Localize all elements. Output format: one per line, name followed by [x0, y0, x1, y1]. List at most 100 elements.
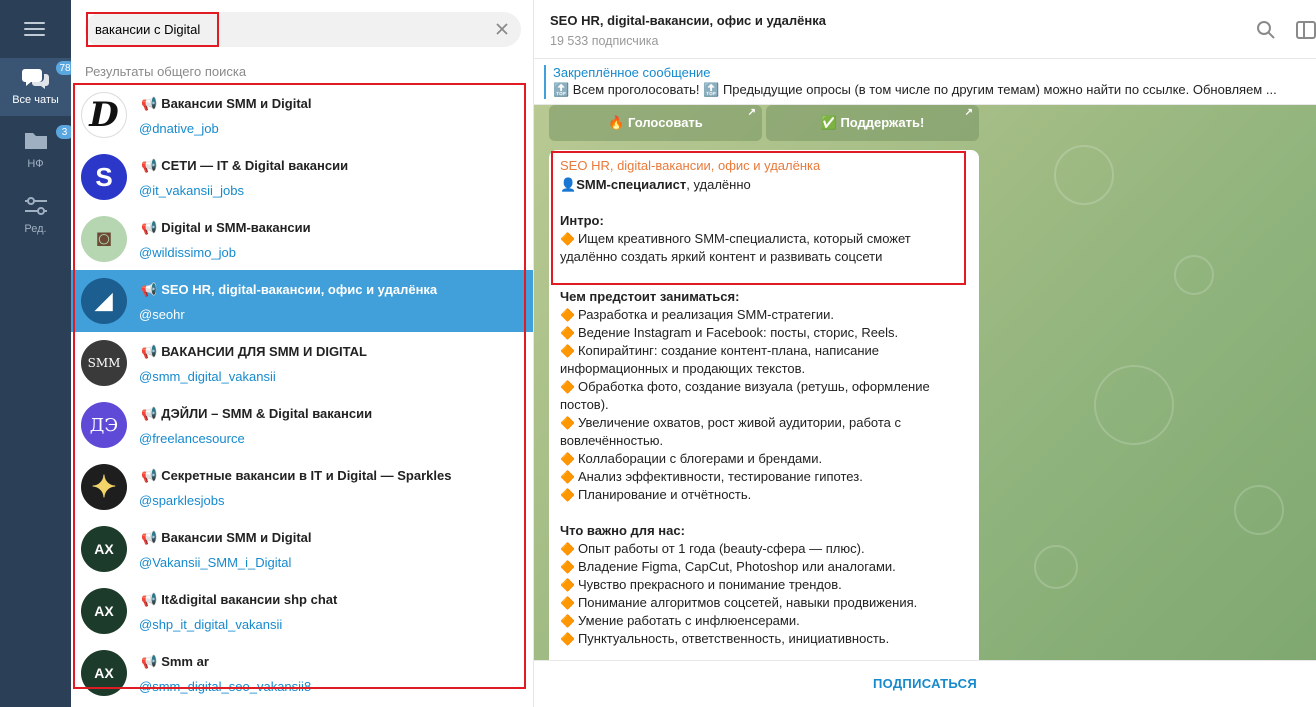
req-item: 🔶 Пунктуальность, ответственность, инициа… — [560, 630, 970, 648]
message-author: SEO HR, digital-вакансии, офис и удалёнк… — [560, 158, 821, 173]
result-title: 📢 Digital и SMM-вакансии — [141, 220, 311, 236]
list-item[interactable]: ДЭ 📢 ДЭЙЛИ – SMM & Digital вакансии @free… — [71, 394, 533, 456]
task-text: Обработка фото, создание визуала (ретушь… — [560, 379, 930, 412]
req-text: Пунктуальность, ответственность, инициат… — [577, 631, 890, 646]
intro-text: 🔶 Ищем креативного SMM-специалиста, котор… — [560, 230, 970, 266]
chat-footer: ПОДПИСАТЬСЯ — [534, 660, 1316, 707]
pinned-message[interactable]: Закреплённое сообщение 🔝 Всем проголосов… — [534, 59, 1316, 105]
search-input[interactable] — [95, 18, 475, 41]
folder-label: НФ — [27, 158, 44, 170]
folder-label: Ред. — [24, 223, 47, 235]
task-item: 🔶 Анализ эффективности, тестирование гипо… — [560, 468, 970, 486]
wallpaper-doodle — [1234, 485, 1284, 535]
folder-edit[interactable]: Ред. — [0, 195, 71, 245]
result-title: 📢 СЕТИ — IT & Digital вакансии — [141, 158, 348, 174]
avatar: D — [81, 92, 127, 138]
megaphone-icon: 📢 — [141, 158, 158, 173]
diamond-icon: 🔶 — [560, 542, 575, 556]
result-handle: @sparklesjobs — [139, 493, 225, 508]
reqs-heading: Что важно для нас: — [560, 522, 970, 540]
result-title-text: Вакансии SMM и Digital — [161, 96, 312, 111]
menu-icon[interactable] — [24, 22, 45, 38]
wallpaper-doodle — [1094, 365, 1174, 445]
megaphone-icon: 📢 — [141, 406, 158, 421]
diamond-icon: 🔶 — [560, 452, 575, 466]
search-results: D 📢 Вакансии SMM и Digital @dnative_job S… — [71, 84, 533, 702]
megaphone-icon: 📢 — [141, 282, 158, 297]
result-title-text: It&digital вакансии shp chat — [161, 592, 338, 607]
message-bubble: SEO HR, digital-вакансии, офис и удалёнк… — [549, 150, 979, 660]
intro-heading-text: Интро: — [560, 213, 604, 228]
megaphone-icon: 📢 — [141, 220, 158, 235]
folder-icon: 3 — [22, 124, 75, 154]
diamond-icon: 🔶 — [560, 416, 575, 430]
list-item[interactable]: ◙ 📢 Digital и SMM-вакансии @wildissimo_jo… — [71, 208, 533, 270]
list-item[interactable]: D 📢 Вакансии SMM и Digital @dnative_job — [71, 84, 533, 146]
avatar: ◢ — [81, 278, 127, 324]
support-button[interactable]: ✅ Поддержать! ↗ — [766, 105, 979, 141]
list-item[interactable]: АХ 📢 It&digital вакансии shp chat @shp_it… — [71, 580, 533, 642]
avatar: S — [81, 154, 127, 200]
task-item: 🔶 Обработка фото, создание визуала (ретуш… — [560, 378, 970, 414]
chats-icon: 78 — [21, 60, 76, 90]
list-item-selected[interactable]: ◢ 📢 SEO HR, digital-вакансии, офис и удал… — [71, 270, 533, 332]
chat-header[interactable]: SEO HR, digital-вакансии, офис и удалёнк… — [534, 0, 1316, 59]
list-item[interactable]: ✦ 📢 Секретные вакансии в IT и Digital — S… — [71, 456, 533, 518]
global-search-label: Результаты общего поиска — [85, 64, 247, 79]
pinned-label: Закреплённое сообщение — [553, 65, 711, 80]
close-icon[interactable] — [493, 20, 511, 38]
diamond-icon: 🔶 — [560, 470, 575, 484]
sidebar-toggle-icon[interactable] — [1296, 20, 1316, 40]
list-item[interactable]: АХ 📢 Smm ar @smm_digital_seo_vakansii8 — [71, 642, 533, 702]
list-item[interactable]: SMM 📢 ВАКАНСИИ ДЛЯ SMM И DIGITAL @smm_dig… — [71, 332, 533, 394]
diamond-icon: 🔶 — [560, 560, 575, 574]
search-bar — [85, 12, 521, 47]
task-item: 🔶 Увеличение охватов, рост живой аудитори… — [560, 414, 970, 450]
tasks-heading: Чем предстоит заниматься: — [560, 288, 970, 306]
avatar: SMM — [81, 340, 127, 386]
result-handle: @dnative_job — [139, 121, 219, 136]
task-item: 🔶 Коллаборации с блогерами и брендами. — [560, 450, 970, 468]
chat-wallpaper: 🔥 Голосовать ↗ ✅ Поддержать! ↗ SEO HR, dig… — [534, 105, 1316, 660]
megaphone-icon: 📢 — [141, 96, 158, 111]
pinned-text: 🔝 Всем проголосовать! 🔝 Предыдущие опрос… — [553, 82, 1277, 97]
result-handle: @freelancesource — [139, 431, 245, 446]
result-title-text: Секретные вакансии в IT и Digital — Spar… — [161, 468, 452, 483]
folder-rail: 78 Все чаты 3 НФ Ред. — [0, 0, 76, 707]
search-icon[interactable] — [1256, 20, 1276, 40]
list-item[interactable]: S 📢 СЕТИ — IT & Digital вакансии @it_vaka… — [71, 146, 533, 208]
vote-button[interactable]: 🔥 Голосовать ↗ — [549, 105, 762, 141]
list-item[interactable]: АХ 📢 Вакансии SMM и Digital @Vakansii_SMM… — [71, 518, 533, 580]
diamond-icon: 🔶 — [560, 488, 575, 502]
diamond-icon: 🔶 — [560, 632, 575, 646]
req-item: 🔶 Чувство прекрасного и понимание трендов… — [560, 576, 970, 594]
req-item: 🔶 Владение Figma, CapCut, Photoshop или а… — [560, 558, 970, 576]
task-item: 🔶 Планирование и отчётность. — [560, 486, 970, 504]
megaphone-icon: 📢 — [141, 654, 158, 669]
req-item: 🔶 Умение работать с инфлюенсерами. — [560, 612, 970, 630]
diamond-icon: 🔶 — [560, 380, 575, 394]
avatar: ◙ — [81, 216, 127, 262]
chat-title: SEO HR, digital-вакансии, офис и удалёнк… — [550, 13, 826, 28]
task-item: 🔶 Разработка и реализация SMM-стратегии. — [560, 306, 970, 324]
folder-all-chats[interactable]: 78 Все чаты — [0, 58, 76, 116]
task-text: Ведение Instagram и Facebook: посты, сто… — [577, 325, 899, 340]
megaphone-icon: 📢 — [141, 592, 158, 607]
result-title: 📢 ВАКАНСИИ ДЛЯ SMM И DIGITAL — [141, 344, 367, 360]
result-title: 📢 Smm ar — [141, 654, 209, 670]
role-line: 👤SMM-специалист, удалённо — [560, 176, 970, 194]
subscribe-button[interactable]: ПОДПИСАТЬСЯ — [534, 676, 1316, 691]
folder-nf[interactable]: 3 НФ — [0, 124, 75, 180]
result-handle: @smm_digital_seo_vakansii8 — [139, 679, 312, 694]
tasks-heading-text: Чем предстоит заниматься: — [560, 289, 740, 304]
result-title-text: SEO HR, digital-вакансии, офис и удалёнк… — [161, 282, 438, 297]
result-title: 📢 Секретные вакансии в IT и Digital — Spa… — [141, 468, 451, 484]
req-text: Опыт работы от 1 года (beauty-сфера — пл… — [577, 541, 865, 556]
wallpaper-doodle — [1054, 145, 1114, 205]
avatar: ДЭ — [81, 402, 127, 448]
result-title-text: СЕТИ — IT & Digital вакансии — [161, 158, 349, 173]
result-title: 📢 It&digital вакансии shp chat — [141, 592, 337, 608]
pinned-bar — [544, 65, 546, 99]
task-text: Копирайтинг: создание контент-плана, нап… — [560, 343, 879, 376]
diamond-icon: 🔶 — [560, 326, 575, 340]
